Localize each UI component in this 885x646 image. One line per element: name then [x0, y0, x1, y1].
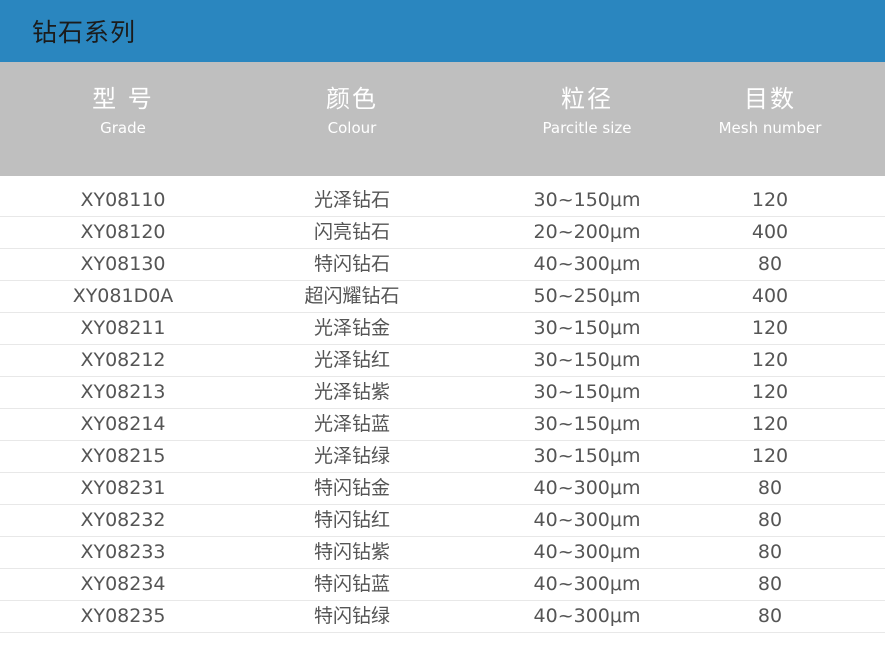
table-row: XY08211 光泽钻金 30~150μm 120: [0, 313, 885, 345]
cell-grade: XY08211: [80, 317, 166, 339]
header-mesh-number-zh: 目数: [744, 85, 796, 113]
title-bar: 钻石系列: [0, 0, 885, 62]
table-header: 型 号 Grade 颜色 Colour 粒径 Parcitle size 目数 …: [0, 62, 885, 176]
cell-grade: XY08110: [80, 189, 166, 211]
cell-grade: XY08231: [80, 477, 166, 499]
table-row: XY08231 特闪钻金 40~300μm 80: [0, 473, 885, 505]
cell-grade: XY08120: [80, 221, 166, 243]
cell-colour: 闪亮钻石: [313, 221, 390, 243]
table-row: XY081D0A 超闪耀钻石 50~250μm 400: [0, 281, 885, 313]
cell-colour: 特闪钻紫: [313, 541, 390, 563]
cell-colour: 特闪钻金: [313, 477, 390, 499]
cell-grade: XY08233: [80, 541, 166, 563]
cell-colour: 光泽钻紫: [313, 381, 390, 403]
header-mesh-number-en: Mesh number: [718, 119, 822, 137]
header-grade-en: Grade: [100, 119, 146, 137]
header-colour-en: Colour: [327, 119, 377, 137]
table-row: XY08215 光泽钻绿 30~150μm 120: [0, 441, 885, 473]
cell-mesh-number: 80: [757, 541, 783, 563]
cell-colour: 光泽钻金: [313, 317, 390, 339]
table-row: XY08110 光泽钻石 30~150μm 120: [0, 185, 885, 217]
cell-mesh-number: 400: [751, 221, 789, 243]
cell-colour: 特闪钻绿: [313, 605, 390, 627]
table-row: XY08214 光泽钻蓝 30~150μm 120: [0, 409, 885, 441]
cell-mesh-number: 120: [751, 349, 789, 371]
cell-mesh-number: 80: [757, 253, 783, 275]
cell-mesh-number: 80: [757, 477, 783, 499]
cell-grade: XY08215: [80, 445, 166, 467]
cell-colour: 光泽钻石: [313, 189, 390, 211]
cell-grade: XY081D0A: [72, 285, 174, 307]
cell-mesh-number: 400: [751, 285, 789, 307]
cell-mesh-number: 80: [757, 573, 783, 595]
header-colour: 颜色 Colour: [237, 62, 467, 176]
table-row: XY08234 特闪钻蓝 40~300μm 80: [0, 569, 885, 601]
cell-grade: XY08130: [80, 253, 166, 275]
cell-colour: 光泽钻红: [313, 349, 390, 371]
header-colour-zh: 颜色: [326, 85, 378, 113]
cell-grade: XY08214: [80, 413, 166, 435]
cell-mesh-number: 80: [757, 605, 783, 627]
cell-mesh-number: 120: [751, 413, 789, 435]
page-title: 钻石系列: [32, 18, 137, 47]
cell-mesh-number: 120: [751, 445, 789, 467]
table-row: XY08232 特闪钻红 40~300μm 80: [0, 505, 885, 537]
cell-colour: 光泽钻蓝: [313, 413, 390, 435]
cell-grade: XY08235: [80, 605, 166, 627]
cell-grade: XY08213: [80, 381, 166, 403]
cell-grade: XY08232: [80, 509, 166, 531]
cell-colour: 超闪耀钻石: [304, 285, 400, 307]
cell-mesh-number: 80: [757, 509, 783, 531]
header-mesh-number: 目数 Mesh number: [655, 62, 885, 176]
cell-grade: XY08234: [80, 573, 166, 595]
table-row: XY08213 光泽钻紫 30~150μm 120: [0, 377, 885, 409]
table-row: XY08235 特闪钻绿 40~300μm 80: [0, 601, 885, 633]
table-row: XY08212 光泽钻红 30~150μm 120: [0, 345, 885, 377]
cell-colour: 特闪钻蓝: [313, 573, 390, 595]
table-row: XY08120 闪亮钻石 20~200μm 400: [0, 217, 885, 249]
cell-colour: 光泽钻绿: [313, 445, 390, 467]
cell-grade: XY08212: [80, 349, 166, 371]
header-grade: 型 号 Grade: [8, 62, 238, 176]
cell-colour: 特闪钻红: [313, 509, 390, 531]
cell-mesh-number: 120: [751, 189, 789, 211]
table-row: XY08233 特闪钻紫 40~300μm 80: [0, 537, 885, 569]
header-grade-zh: 型 号: [92, 85, 154, 113]
table-body: XY08110 光泽钻石 30~150μm 120 XY08120 闪亮钻石 2…: [0, 185, 885, 633]
table-row: XY08130 特闪钻石 40~300μm 80: [0, 249, 885, 281]
cell-colour: 特闪钻石: [313, 253, 390, 275]
cell-mesh-number: 120: [751, 317, 789, 339]
cell-mesh-number: 120: [751, 381, 789, 403]
